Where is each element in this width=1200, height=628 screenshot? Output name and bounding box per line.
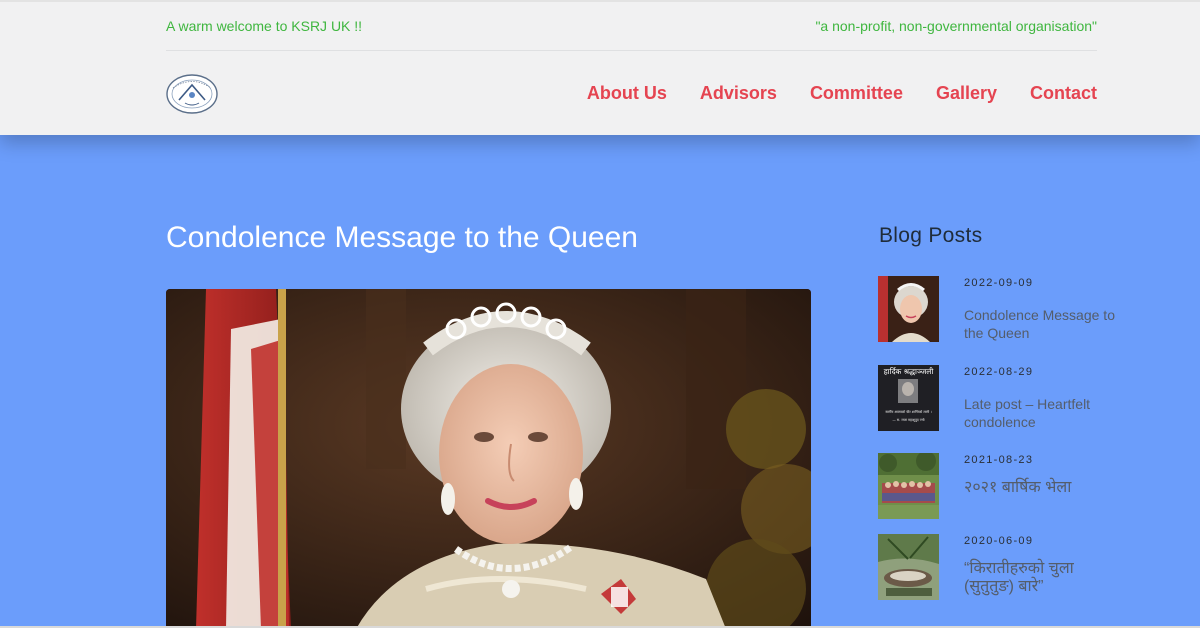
post-date: 2020-06-09 bbox=[964, 535, 1034, 547]
welcome-text: A warm welcome to KSRJ UK !! bbox=[166, 18, 363, 34]
post-date: 2022-08-29 bbox=[964, 366, 1034, 378]
post-title: Condolence Message to the Queen bbox=[166, 221, 638, 254]
queen-portrait-image bbox=[166, 289, 811, 628]
nav-advisors[interactable]: Advisors bbox=[700, 83, 777, 104]
main-nav: About Us Advisors Committee Gallery Cont… bbox=[587, 83, 1097, 104]
site-header: A warm welcome to KSRJ UK !! "a non-prof… bbox=[0, 0, 1200, 135]
blog-post-item[interactable]: 2022-09-09 Condolence Message to the Que… bbox=[878, 276, 1138, 342]
post-thumbnail[interactable] bbox=[878, 534, 939, 600]
post-thumbnail[interactable] bbox=[878, 453, 939, 519]
sidebar-title: Blog Posts bbox=[879, 224, 983, 247]
hearth-thumbnail-image bbox=[878, 534, 939, 600]
post-date: 2022-09-09 bbox=[964, 277, 1034, 289]
thumb-heading: हार्दिक श्रद्धाञ्जली bbox=[884, 367, 935, 376]
thumb-line-2: — स. राजा महाशुदुद ज्यो bbox=[892, 417, 924, 422]
site-logo[interactable] bbox=[165, 73, 219, 115]
post-title-link[interactable]: Condolence Message to the Queen bbox=[964, 306, 1124, 342]
post-thumbnail[interactable] bbox=[878, 276, 939, 342]
condolence-thumbnail-image: हार्दिक श्रद्धाञ्जली स्वर्गीय आत्माको ची… bbox=[878, 365, 939, 431]
nav-committee[interactable]: Committee bbox=[810, 83, 903, 104]
nav-about-us[interactable]: About Us bbox=[587, 83, 667, 104]
post-title-link[interactable]: “किरातीहरुको चुला (सुतुतुङ) बारे” bbox=[964, 560, 1124, 596]
post-title-link[interactable]: Late post – Heartfelt condolence bbox=[964, 395, 1124, 431]
post-thumbnail[interactable]: हार्दिक श्रद्धाञ्जली स्वर्गीय आत्माको ची… bbox=[878, 365, 939, 431]
queen-thumbnail-image bbox=[878, 276, 939, 342]
top-bar: A warm welcome to KSRJ UK !! "a non-prof… bbox=[166, 17, 1097, 51]
post-title-link[interactable]: २०२१ बार्षिक भेला bbox=[964, 479, 1124, 497]
nav-contact[interactable]: Contact bbox=[1030, 83, 1097, 104]
thumb-line-1: स्वर्गीय आत्माको चीर शान्तिको लागी । bbox=[885, 409, 931, 414]
nav-gallery[interactable]: Gallery bbox=[936, 83, 997, 104]
blog-post-item[interactable]: 2021-08-23 २०२१ बार्षिक भेला bbox=[878, 453, 1138, 519]
post-featured-image bbox=[166, 289, 811, 628]
blog-post-item[interactable]: हार्दिक श्रद्धाञ्जली स्वर्गीय आत्माको ची… bbox=[878, 365, 1138, 431]
tagline-text: "a non-profit, non-governmental organisa… bbox=[815, 18, 1097, 34]
post-date: 2021-08-23 bbox=[964, 454, 1034, 466]
logo-emblem-icon bbox=[166, 74, 218, 114]
group-photo-thumbnail-image bbox=[878, 453, 939, 519]
blog-post-item[interactable]: 2020-06-09 “किरातीहरुको चुला (सुतुतुङ) ब… bbox=[878, 534, 1138, 600]
